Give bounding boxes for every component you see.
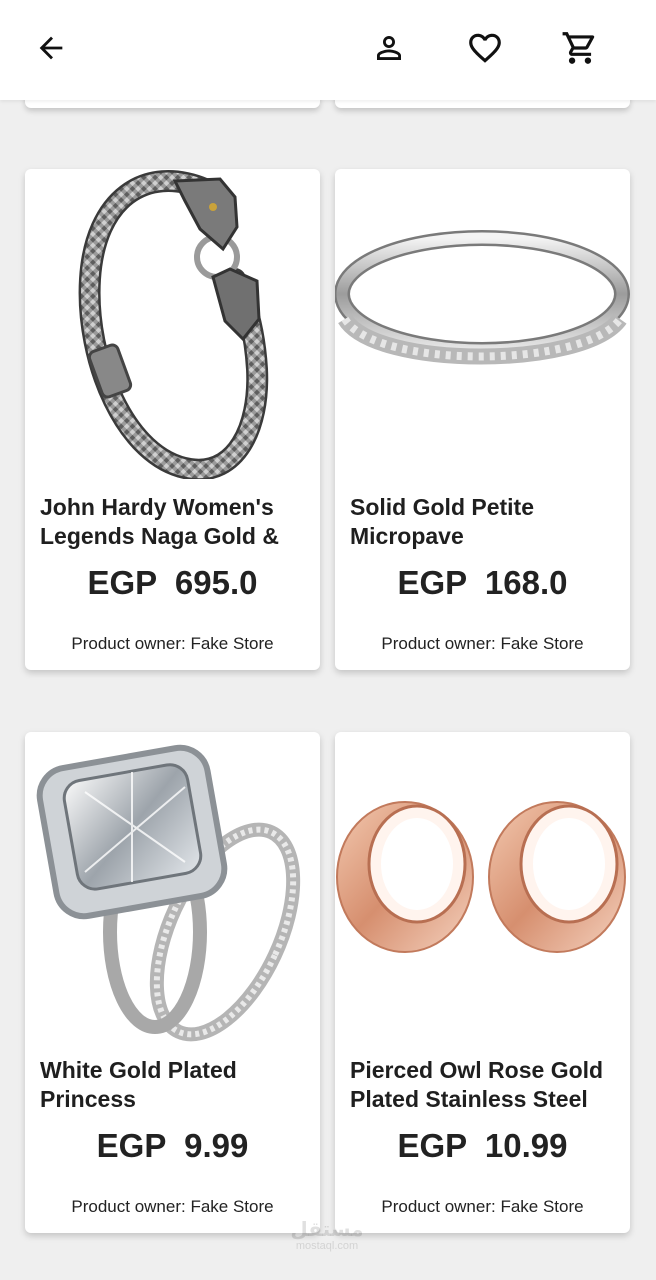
product-image-diamond-ring [36, 744, 301, 1042]
watermark-text: مستقل [290, 1219, 364, 1241]
tunnel-right [488, 801, 626, 953]
product-owner: Product owner: Fake Store [381, 1197, 584, 1216]
watermark-subtext: mostaql.com [295, 1240, 359, 1252]
person-icon [377, 36, 401, 60]
back-button[interactable] [25, 22, 77, 74]
product-card[interactable]: John Hardy Women's Legends Naga Gold & E… [25, 169, 320, 670]
product-card[interactable]: Pierced Owl Rose Gold Plated Stainless S… [335, 732, 630, 1233]
product-price: EGP 168.0 [397, 564, 568, 601]
product-price: EGP 10.99 [397, 1127, 568, 1164]
tunnel-left [336, 801, 474, 953]
account-button[interactable] [363, 22, 415, 74]
product-title: John Hardy Women's Legends Naga Gold & [40, 494, 279, 549]
product-title: Solid Gold Petite Micropave [350, 494, 535, 549]
product-card[interactable]: White Gold Plated Princess EGP 9.99 Prod… [25, 732, 320, 1233]
product-image-rose-gold-tunnels [336, 801, 626, 953]
product-owner: Product owner: Fake Store [71, 634, 274, 653]
heart-outline-icon [469, 33, 501, 63]
product-image-ring [335, 230, 630, 365]
app-bar [0, 0, 656, 100]
product-title: White Gold Plated Princess [40, 1057, 237, 1112]
cart-button[interactable] [554, 22, 606, 74]
arrow-left-icon [39, 36, 63, 60]
watermark: مستقل mostaql.com [287, 1217, 367, 1252]
product-owner: Product owner: Fake Store [71, 1197, 274, 1216]
product-title: Pierced Owl Rose Gold Plated Stainless S… [350, 1057, 604, 1112]
cart-icon [562, 32, 595, 64]
product-image-bracelet [78, 170, 269, 479]
favorites-button[interactable] [459, 22, 511, 74]
product-price: EGP 9.99 [96, 1127, 249, 1164]
product-card[interactable]: Solid Gold Petite Micropave EGP 168.0 Pr… [335, 169, 630, 670]
product-price: EGP 695.0 [87, 564, 258, 601]
product-owner: Product owner: Fake Store [381, 634, 584, 653]
